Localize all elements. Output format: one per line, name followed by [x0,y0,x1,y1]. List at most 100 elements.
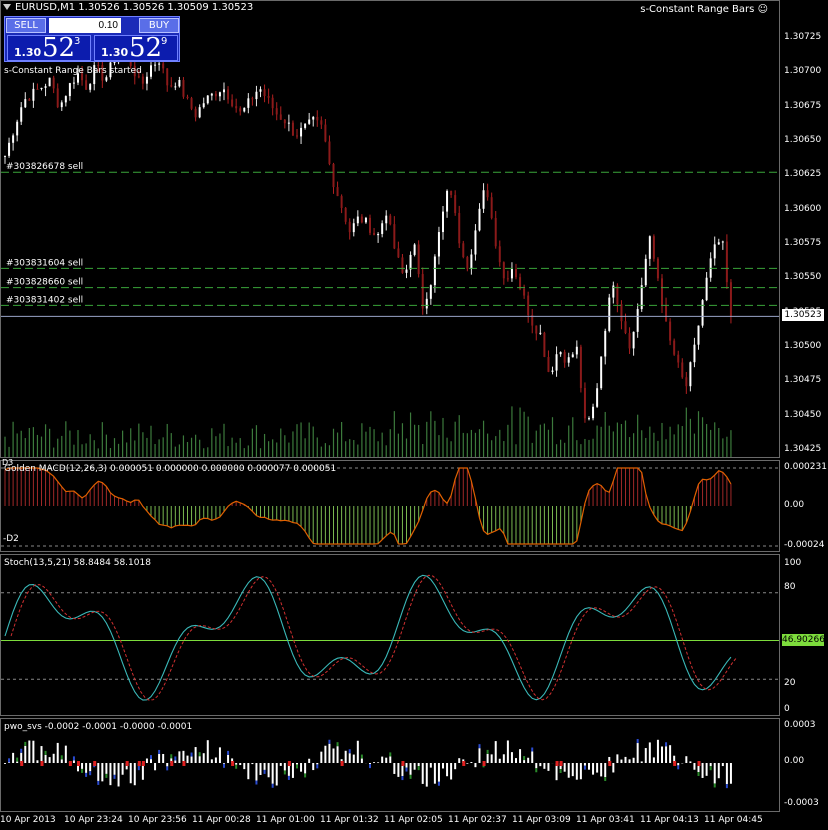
candle-body [218,92,221,97]
candle-body [137,76,140,78]
current-price-tag: 1.30523 [782,309,824,321]
time-tick: 11 Apr 04:45 [704,815,763,825]
candle-body [158,63,161,65]
pwo-marker [608,761,612,766]
candle-body [308,119,311,124]
candle-body [40,87,43,89]
candle-body [316,116,319,121]
candle-body [344,207,347,222]
pwo-marker [40,761,44,766]
candle-body [279,114,282,120]
status-text: s-Constant Range Bars started [4,66,142,76]
candle-body [397,248,400,258]
pwo-marker [340,761,344,766]
candle-body [24,99,27,108]
candle-body [356,216,359,224]
candle-body [656,258,659,279]
bid-price[interactable]: 1.30 52 3 [7,33,91,63]
candle-body [150,65,152,77]
candle-body [214,93,217,97]
ask-price[interactable]: 1.30 52 9 [94,33,178,63]
candle-body [348,221,351,233]
stoch-label: Stoch(13,5,21) 58.8484 58.1018 [4,558,151,568]
candle-body [296,135,298,137]
candle-body [287,122,290,124]
candle-body [470,254,473,269]
pwo-marker [68,761,72,766]
pwo-marker [125,761,129,766]
candle-body [401,257,404,273]
time-tick: 11 Apr 00:28 [192,815,251,825]
candle-body [170,85,173,87]
pwo-marker [559,761,563,766]
buy-button[interactable]: BUY [139,18,179,33]
candle-body [332,163,335,188]
stochastic-pane[interactable] [0,554,780,716]
pwo-marker [287,761,291,766]
pwo-pane[interactable] [0,718,780,812]
candle-body [48,77,51,87]
macd-y-top: 0.000231 [784,462,827,472]
dropdown-triangle-icon[interactable] [3,4,11,10]
candle-body [235,106,238,109]
symbol-title: EURUSD,M1 1.30526 1.30526 1.30509 1.3052… [3,2,253,13]
time-tick: 11 Apr 01:00 [256,815,315,825]
candle-body [223,89,225,93]
candle-body [283,119,286,124]
pwo-marker [482,761,486,766]
candle-body [535,325,538,334]
sell-button[interactable]: SELL [6,18,46,33]
candle-body [52,77,55,89]
pwo-y-mid: 0.00 [784,756,805,766]
candle-body [665,305,668,322]
candle-body [450,190,453,196]
ask-prefix: 1.30 [101,46,129,59]
candle-body [312,116,315,120]
candle-body [701,300,704,326]
smiley-icon: ☺ [757,4,768,15]
price-tick: 1.30500 [784,341,822,351]
candle-body [328,141,331,164]
candle-body [571,354,574,358]
price-tick: 1.30675 [784,100,822,111]
candle-body [113,62,116,64]
candle-body [336,187,339,197]
candle-body [725,241,728,283]
candle-body [575,346,578,355]
candle-body [174,86,177,88]
pwo-marker [141,761,145,766]
candle-body [588,418,590,420]
candle-body [405,269,408,273]
candle-body [490,197,493,218]
candle-body [255,91,258,100]
candle-body [206,95,209,104]
candle-body [519,277,522,289]
pwo-marker [697,761,701,766]
stoch-y-20: 20 [784,678,796,688]
candle-body [494,217,497,247]
candle-body [304,123,307,128]
candle-body [721,241,724,243]
candle-body [300,127,303,137]
candle-body [186,96,189,99]
pwo-marker [673,761,677,766]
candle-body [681,362,684,378]
bid-big-digits: 52 [42,33,76,63]
candle-body [263,89,266,97]
candle-body [381,223,384,234]
candle-body [44,86,47,88]
lot-size-input[interactable]: 0.10 [49,18,121,33]
candle-body [624,321,627,334]
candle-body [592,406,595,419]
candle-body [523,288,526,296]
pwo-marker [182,761,186,766]
macd-left-top: D3 [2,458,14,467]
candle-body [697,325,700,345]
macd-label: Golden MACD(12,26,3) 0.000051 0.000000 0… [4,464,337,474]
stoch-value-tag: 46.90266 [782,634,825,646]
candle-body [547,356,550,372]
candle-body [466,257,469,269]
candle-body [567,357,570,363]
candle-body [145,76,148,84]
candle-body [60,102,63,108]
